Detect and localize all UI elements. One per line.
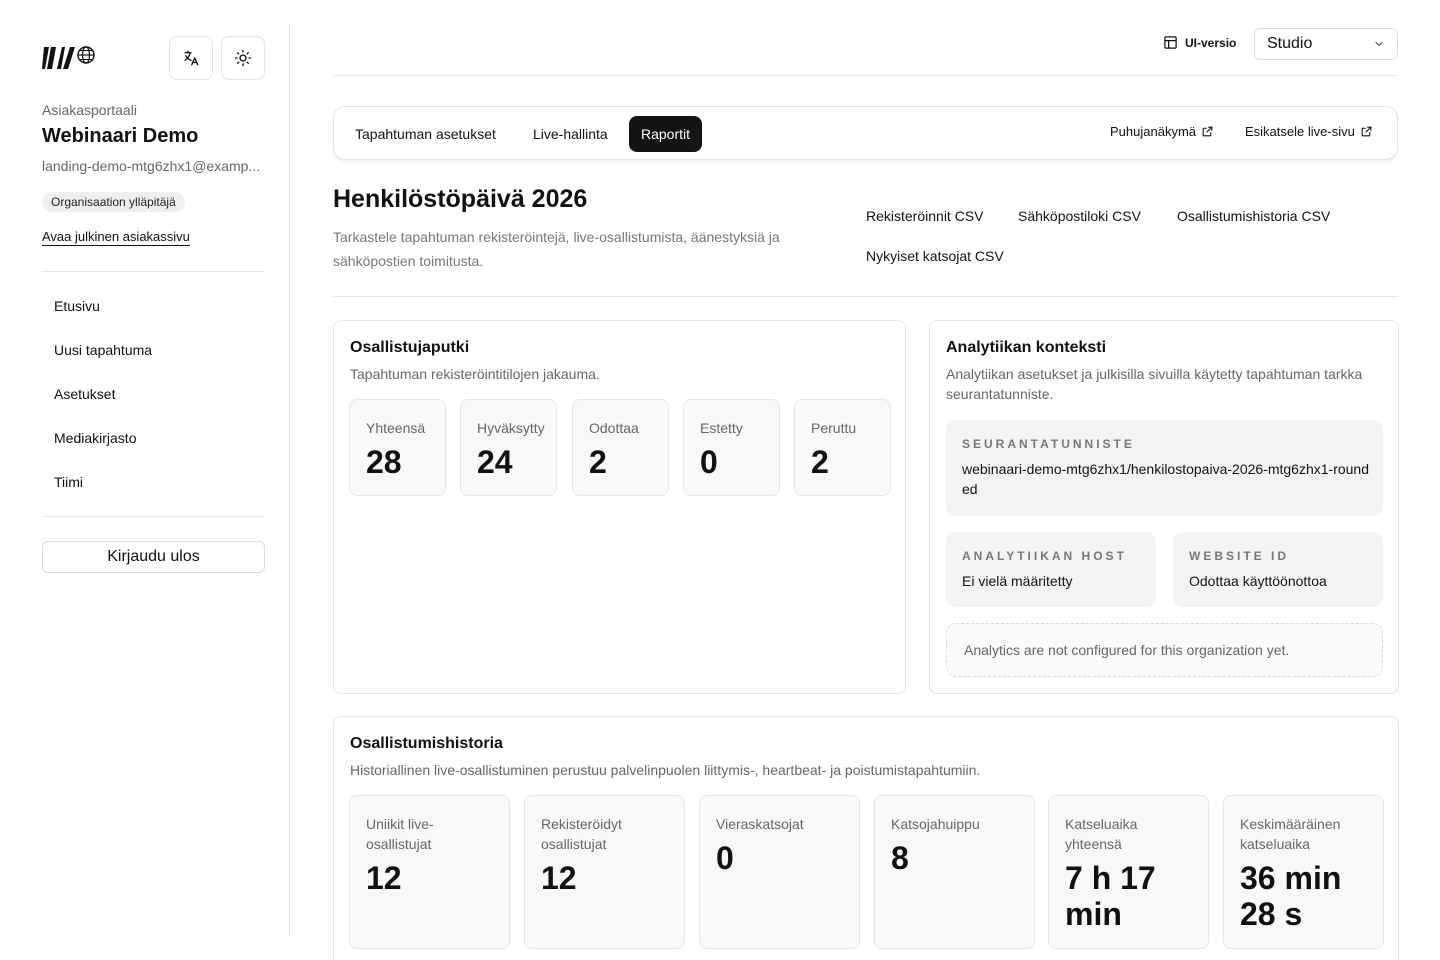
stat-value: 2 xyxy=(811,444,829,480)
card-title: Osallistujaputki xyxy=(350,339,470,356)
stat-unique-live-attendees: Uniikit live-osallistujat 12 xyxy=(349,795,510,949)
stat-label: Peruttu xyxy=(811,420,857,436)
sidebar-item-home[interactable]: Etusivu xyxy=(42,284,265,328)
ui-version-text: UI-versio xyxy=(1185,35,1237,50)
stat-value: 2 xyxy=(589,444,607,480)
card-subtitle: Tapahtuman rekisteröintitilojen jakauma. xyxy=(350,366,600,382)
stat-value: 8 xyxy=(891,840,909,876)
event-tabbar: Tapahtuman asetukset Live-hallinta Rapor… xyxy=(333,106,1398,160)
stat-registered-attendees: Rekisteröidyt osallistujat 12 xyxy=(524,795,685,949)
stat-value: 28 xyxy=(366,444,402,480)
stat-value: 12 xyxy=(541,860,577,896)
sidebar: Asiakasportaali Webinaari Demo landing-d… xyxy=(0,24,290,936)
analytics-host-label: ANALYTIIKAN HOST xyxy=(962,549,1127,563)
sidebar-nav: Etusivu Uusi tapahtuma Asetukset Mediaki… xyxy=(42,284,265,504)
external-link-icon xyxy=(1202,126,1213,137)
stat-label: Estetty xyxy=(700,420,743,436)
stat-approved: Hyväksytty 24 xyxy=(460,399,557,496)
tab-event-settings[interactable]: Tapahtuman asetukset xyxy=(343,116,508,152)
role-badge: Organisaation ylläpitäjä xyxy=(42,192,185,212)
analytics-host-value: Ei vielä määritetty xyxy=(962,573,1073,589)
tab-live-management[interactable]: Live-hallinta xyxy=(521,116,620,152)
stat-value: 7 h 17 min xyxy=(1065,860,1156,932)
page-title: Henkilöstöpäivä 2026 xyxy=(333,185,588,213)
attendee-pipeline-card: Osallistujaputki Tapahtuman rekisteröint… xyxy=(333,320,906,694)
chevron-down-icon xyxy=(1375,41,1383,47)
speaker-view-label: Puhujanäkymä xyxy=(1110,124,1196,139)
theme-toggle-button[interactable] xyxy=(221,36,265,80)
stat-blocked: Estetty 0 xyxy=(683,399,780,496)
website-id-value: Odottaa käyttöönottoa xyxy=(1189,573,1327,589)
analytics-host-box: ANALYTIIKAN HOST Ei vielä määritetty xyxy=(946,532,1156,607)
stat-value: 0 xyxy=(700,444,718,480)
language-button[interactable] xyxy=(169,36,213,80)
external-link-icon xyxy=(1361,126,1372,137)
card-subtitle: Analytiikan asetukset ja julkisilla sivu… xyxy=(946,366,1363,402)
tracking-id-value: webinaari-demo-mtg6zhx1/henkilostopaiva-… xyxy=(962,461,1369,497)
stat-label: Rekisteröidyt osallistujat xyxy=(541,816,622,852)
tracking-id-box: SEURANTATUNNISTE webinaari-demo-mtg6zhx1… xyxy=(946,420,1383,516)
email-log-csv-link[interactable]: Sähköpostiloki CSV xyxy=(1018,208,1141,224)
card-title: Osallistumishistoria xyxy=(350,735,503,752)
portal-label: Asiakasportaali xyxy=(42,102,137,118)
stat-average-watch-time: Keskimääräinen katseluaika 36 min 28 s xyxy=(1223,795,1384,949)
stat-label: Uniikit live-osallistujat xyxy=(366,816,434,852)
stat-label: Vieraskatsojat xyxy=(716,816,804,832)
organization-name: Webinaari Demo xyxy=(42,125,199,147)
organization-email: landing-demo-mtg6zhx1@examp... xyxy=(42,158,261,174)
sidebar-divider xyxy=(42,271,265,272)
analytics-notice: Analytics are not configured for this or… xyxy=(946,623,1383,677)
stat-total-watch-time: Katseluaika yhteensä 7 h 17 min xyxy=(1048,795,1209,949)
card-subtitle: Historiallinen live-osallistuminen perus… xyxy=(350,762,981,778)
stat-cancelled: Peruttu 2 xyxy=(794,399,891,496)
speaker-view-link[interactable]: Puhujanäkymä xyxy=(1110,124,1214,139)
sidebar-item-media-library[interactable]: Mediakirjasto xyxy=(42,416,265,460)
preview-live-label: Esikatsele live-sivu xyxy=(1245,124,1355,139)
stat-label: Katsojahuippu xyxy=(891,816,980,832)
attendance-history-csv-link[interactable]: Osallistumishistoria CSV xyxy=(1177,208,1330,224)
website-id-label: WEBSITE ID xyxy=(1189,549,1290,563)
stat-label: Hyväksytty xyxy=(477,420,545,436)
stat-label: Keskimääräinen katseluaika xyxy=(1240,816,1341,852)
stat-label: Odottaa xyxy=(589,420,639,436)
ui-version-label: UI-versio xyxy=(1163,35,1236,50)
website-id-box: WEBSITE ID Odottaa käyttöönottoa xyxy=(1173,532,1383,607)
stat-pending: Odottaa 2 xyxy=(572,399,669,496)
stat-label: Yhteensä xyxy=(366,420,426,436)
ui-version-value: Studio xyxy=(1267,35,1313,52)
sun-icon xyxy=(234,49,252,67)
stat-guest-viewers: Vieraskatsojat 0 xyxy=(699,795,860,949)
stat-total: Yhteensä 28 xyxy=(349,399,446,496)
stat-value: 36 min 28 s xyxy=(1240,860,1342,932)
registrations-csv-link[interactable]: Rekisteröinnit CSV xyxy=(866,208,984,224)
public-page-link[interactable]: Avaa julkinen asiakassivu xyxy=(42,229,190,246)
preview-live-link[interactable]: Esikatsele live-sivu xyxy=(1245,124,1373,139)
sidebar-item-settings[interactable]: Asetukset xyxy=(42,372,265,416)
logo-mark-icon xyxy=(42,46,95,69)
brand-logo[interactable] xyxy=(42,44,96,72)
stat-value: 24 xyxy=(477,444,513,480)
sidebar-item-new-event[interactable]: Uusi tapahtuma xyxy=(42,328,265,372)
page-description: Tarkastele tapahtuman rekisteröintejä, l… xyxy=(333,229,780,269)
top-divider xyxy=(333,75,1398,76)
stat-label: Katseluaika yhteensä xyxy=(1065,816,1138,852)
current-viewers-csv-link[interactable]: Nykyiset katsojat CSV xyxy=(866,248,1004,264)
attendance-history-card: Osallistumishistoria Historiallinen live… xyxy=(333,716,1399,960)
translate-icon xyxy=(184,50,199,66)
ui-version-select[interactable]: Studio xyxy=(1254,28,1398,60)
sidebar-divider xyxy=(42,516,265,517)
sidebar-item-team[interactable]: Tiimi xyxy=(42,460,265,504)
stat-value: 12 xyxy=(366,860,402,896)
tracking-id-label: SEURANTATUNNISTE xyxy=(962,437,1135,451)
layout-icon xyxy=(1164,36,1177,49)
card-title: Analytiikan konteksti xyxy=(946,339,1107,356)
stat-value: 0 xyxy=(716,840,734,876)
analytics-context-card: Analytiikan konteksti Analytiikan asetuk… xyxy=(929,320,1399,694)
stat-peak-viewers: Katsojahuippu 8 xyxy=(874,795,1035,949)
logout-button[interactable]: Kirjaudu ulos xyxy=(42,541,265,573)
tab-reports[interactable]: Raportit xyxy=(629,116,703,152)
header-divider xyxy=(333,296,1398,297)
